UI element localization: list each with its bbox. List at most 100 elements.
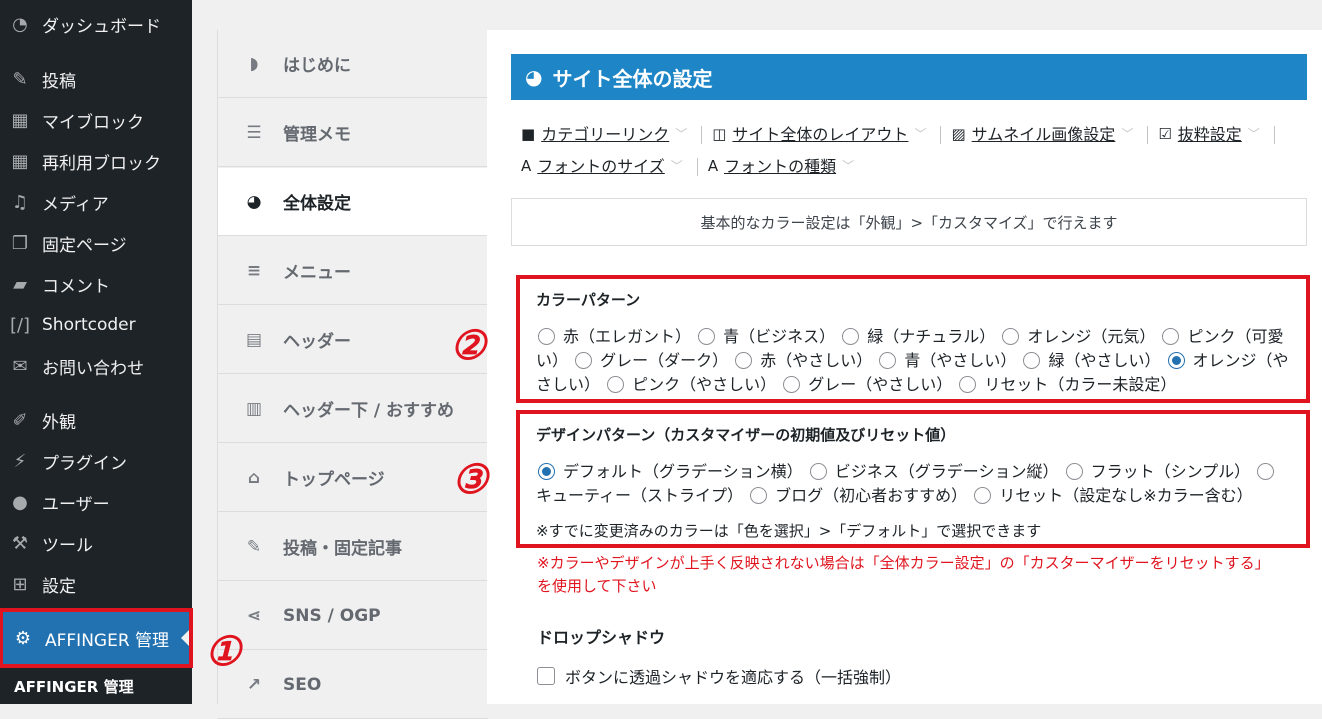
pages-icon: ❐ <box>11 232 29 254</box>
wrench-icon: ⚒ <box>11 532 29 554</box>
media-icon: ♫ <box>11 191 29 213</box>
palette-icon: ◕ <box>246 191 262 212</box>
sidebar-item-comments[interactable]: ▰ コメント <box>0 266 192 302</box>
sidebar-item-users[interactable]: ● ユーザー <box>0 484 192 520</box>
color-pattern-options: 赤（エレガント） 青（ビジネス） 緑（ナチュラル） オレンジ（元気） ピンク（可… <box>536 325 1296 397</box>
sidebar-item-appearance[interactable]: ✐ 外観 <box>0 402 192 438</box>
radio-color-12[interactable]: リセット（カラー未設定） <box>957 375 1176 394</box>
drop-shadow-option[interactable]: ボタンに透過シャドウを適応する（一括強制） <box>537 664 901 688</box>
radio-design-1[interactable]: ビジネス（グラデーション縦） <box>808 462 1058 481</box>
sidebar-item-tools[interactable]: ⚒ ツール <box>0 525 192 561</box>
settings-content: ◕ サイト全体の設定 ■ カテゴリーリンク ﹀ ◫ サイト全体のレイアウト ﹀ ▨ サムネイル… <box>487 30 1322 704</box>
reset-warning: ※カラーやデザインが上手く反映されない場合は「全体カラー設定」の「カスターマイザ… <box>537 554 1270 595</box>
link-category[interactable]: ■ カテゴリーリンク ﹀ <box>521 119 687 150</box>
section-links: ■ カテゴリーリンク ﹀ ◫ サイト全体のレイアウト ﹀ ▨ サムネイル画像設定 ﹀ ☑ 抜粋設定 ﹀… <box>521 118 1311 182</box>
radio-design-2[interactable]: フラット（シンプル） <box>1064 462 1250 481</box>
radio-color-5[interactable]: グレー（ダーク） <box>573 351 728 370</box>
chevron-down-icon: ﹀ <box>1121 127 1134 141</box>
link-thumbnail[interactable]: ▨ サムネイル画像設定 ﹀ <box>951 119 1133 150</box>
sidebar-item-contact[interactable]: ✉ お問い合わせ <box>0 348 192 384</box>
grid-icon: ▦ <box>11 109 29 131</box>
mail-icon: ✉ <box>12 355 28 377</box>
radio-design-4[interactable]: ブログ（初心者おすすめ） <box>748 486 967 505</box>
home-icon: ⌂ <box>247 467 261 488</box>
sidebar-item-dashboard[interactable]: ◔ ダッシュボード <box>0 6 192 42</box>
annotation-3: ③ <box>452 456 488 503</box>
design-pattern-note: ※すでに変更済みのカラーは「色を選択」>「デフォルト」で選択できます <box>536 522 1042 540</box>
radio-color-10[interactable]: ピンク（やさしい） <box>605 375 776 394</box>
share-icon: ⋖ <box>246 605 262 626</box>
chevron-down-icon: ﹀ <box>914 127 927 141</box>
comment-icon: ▰ <box>13 273 27 295</box>
menu-icon: ≡ <box>246 260 262 281</box>
admin-sidebar: ◔ ダッシュボード ✎ 投稿 ▦ マイブロック ▦ 再利用ブロック ♫ メディア ❐ 固定ペ… <box>0 0 193 704</box>
sidebar-item-myblock[interactable]: ▦ マイブロック <box>0 102 192 138</box>
sidebar-item-media[interactable]: ♫ メディア <box>0 184 192 220</box>
pin-icon: ✎ <box>12 68 28 90</box>
brush-icon: ✐ <box>12 409 28 431</box>
tab-posts[interactable]: ✎ 投稿・固定記事 <box>218 513 488 581</box>
radio-color-7[interactable]: 青（やさしい） <box>877 351 1016 370</box>
radio-color-3[interactable]: オレンジ（元気） <box>1000 327 1155 346</box>
tab-sns[interactable]: ⋖ SNS / OGP <box>218 582 488 650</box>
user-icon: ● <box>12 491 28 513</box>
layout-icon: ◫ <box>712 125 727 143</box>
shortcode-icon: [/] <box>9 314 31 336</box>
plugin-icon: ⚡ <box>13 450 27 472</box>
settings-icon: ⊞ <box>12 573 28 595</box>
sidebar-item-pages[interactable]: ❐ 固定ページ <box>0 225 192 261</box>
tab-global-settings[interactable]: ◕ 全体設定 <box>218 168 488 236</box>
palette-icon: ◕ <box>525 65 543 89</box>
header-below-icon: ▥ <box>245 398 263 419</box>
chevron-down-icon: ﹀ <box>1247 127 1260 141</box>
drop-shadow-checkbox[interactable] <box>537 667 555 685</box>
sidebar-item-posts[interactable]: ✎ 投稿 <box>0 61 192 97</box>
chevron-down-icon: ﹀ <box>675 127 688 141</box>
radio-color-6[interactable]: 赤（やさしい） <box>733 351 872 370</box>
header-icon: ▤ <box>245 329 263 350</box>
font-icon: A <box>521 157 532 175</box>
tab-top-page[interactable]: ⌂ トップページ <box>218 444 488 512</box>
tab-header-below[interactable]: ▥ ヘッダー下 / おすすめ <box>218 375 488 443</box>
current-caret <box>181 630 189 646</box>
tab-seo[interactable]: ↗ SEO <box>218 651 488 719</box>
sidebar-item-shortcoder[interactable]: [/] Shortcoder <box>0 307 192 343</box>
radio-color-2[interactable]: 緑（ナチュラル） <box>840 327 995 346</box>
image-icon: ▨ <box>951 125 966 143</box>
radio-design-5[interactable]: リセット（設定なし※カラー含む） <box>972 486 1253 505</box>
dashboard-icon: ◔ <box>12 13 28 35</box>
sidebar-item-settings[interactable]: ⊞ 設定 <box>0 566 192 602</box>
link-excerpt[interactable]: ☑ 抜粋設定 ﹀ <box>1158 119 1259 150</box>
link-font-type[interactable]: A フォントの種類 ﹀ <box>708 151 854 182</box>
design-pattern-options: デフォルト（グラデーション横） ビジネス（グラデーション縦） フラット（シンプル… <box>536 460 1296 508</box>
tab-intro[interactable]: ◗ はじめに <box>218 30 488 98</box>
radio-design-0[interactable]: デフォルト（グラデーション横） <box>536 462 803 481</box>
shield-icon: ◗ <box>249 53 259 74</box>
tab-menu[interactable]: ≡ メニュー <box>218 237 488 305</box>
design-pattern-title: デザインパターン（カスタマイザーの初期値及びリセット値） <box>536 426 956 444</box>
tab-memo[interactable]: ☰ 管理メモ <box>218 99 488 167</box>
chevron-down-icon: ﹀ <box>670 159 683 173</box>
annotation-1: ① <box>205 628 241 675</box>
grid-icon: ▦ <box>11 150 29 172</box>
sidebar-item-plugins[interactable]: ⚡ プラグイン <box>0 443 192 479</box>
radio-color-8[interactable]: 緑（やさしい） <box>1021 351 1160 370</box>
tab-header[interactable]: ▤ ヘッダー <box>218 306 488 374</box>
color-pattern-title: カラーパターン <box>536 291 641 309</box>
radio-color-11[interactable]: グレー（やさしい） <box>781 375 952 394</box>
radio-color-1[interactable]: 青（ビジネス） <box>696 327 835 346</box>
chart-icon: ↗ <box>246 674 262 695</box>
color-pattern-box: カラーパターン 赤（エレガント） 青（ビジネス） 緑（ナチュラル） オレンジ（元… <box>516 275 1310 403</box>
link-layout[interactable]: ◫ サイト全体のレイアウト ﹀ <box>712 119 926 150</box>
drop-shadow-title: ドロップシャドウ <box>537 628 666 647</box>
section-title-bar: ◕ サイト全体の設定 <box>511 54 1307 100</box>
folder-icon: ■ <box>521 125 536 143</box>
color-notice: 基本的なカラー設定は「外観」>「カスタマイズ」で行えます <box>511 198 1307 246</box>
sidebar-item-reusable-blocks[interactable]: ▦ 再利用ブロック <box>0 143 192 179</box>
sidebar-submenu-affinger[interactable]: AFFINGER 管理 <box>14 676 134 697</box>
link-font-size[interactable]: A フォントのサイズ ﹀ <box>521 151 683 182</box>
sidebar-item-affinger[interactable]: ⚙ AFFINGER 管理 <box>0 608 193 668</box>
settings-tabs: ◗ はじめに ☰ 管理メモ ◕ 全体設定 ≡ メニュー ▤ ヘッダー ▥ ヘッダー下 / お… <box>217 30 488 719</box>
radio-color-0[interactable]: 赤（エレガント） <box>536 327 691 346</box>
excerpt-icon: ☑ <box>1158 125 1172 143</box>
